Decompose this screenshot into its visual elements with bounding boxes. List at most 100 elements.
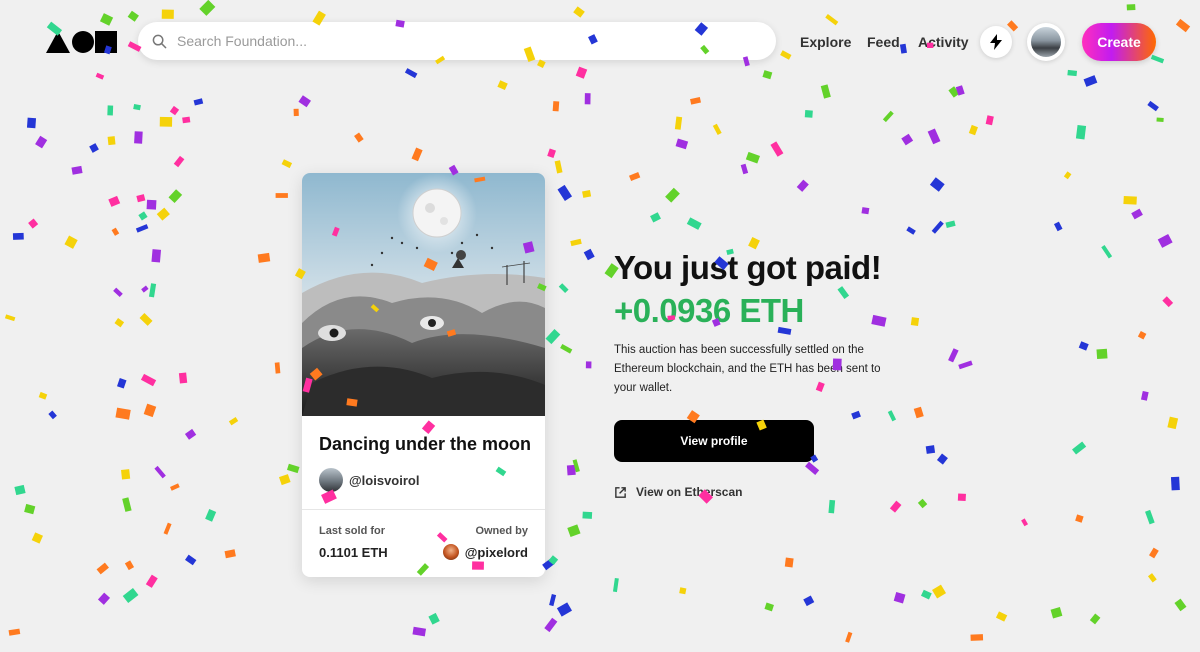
etherscan-label: View on Etherscan xyxy=(636,485,743,499)
payout-amount: +0.0936 ETH xyxy=(614,292,804,329)
confetti-piece xyxy=(851,410,861,420)
confetti-piece xyxy=(298,95,311,108)
confetti-piece xyxy=(929,177,945,192)
confetti-piece xyxy=(925,445,936,454)
confetti-piece xyxy=(544,617,558,633)
confetti-piece xyxy=(412,626,427,637)
confetti-piece xyxy=(557,184,573,201)
confetti-piece xyxy=(139,312,153,326)
external-link-icon xyxy=(615,486,626,498)
nav-explore[interactable]: Explore xyxy=(800,34,851,50)
settlement-description: This auction has been successfully settl… xyxy=(614,344,881,394)
confetti-piece xyxy=(796,179,809,192)
confetti-piece xyxy=(184,428,197,440)
nav-feed[interactable]: Feed xyxy=(867,34,900,50)
confetti-piece xyxy=(96,562,109,575)
notifications-button[interactable] xyxy=(980,26,1012,58)
confetti-piece xyxy=(97,592,111,605)
confetti-piece xyxy=(185,554,197,566)
card-divider xyxy=(302,509,545,510)
confetti-piece xyxy=(138,211,148,221)
confetti-piece xyxy=(764,602,774,612)
confetti-piece xyxy=(1063,171,1072,180)
search-icon xyxy=(152,34,167,48)
confetti-piece xyxy=(148,283,157,298)
search-input[interactable] xyxy=(175,32,739,50)
confetti-piece xyxy=(1162,296,1174,308)
profile-avatar-button[interactable] xyxy=(1027,23,1065,61)
confetti-piece xyxy=(257,252,271,263)
confetti-piece xyxy=(629,172,641,182)
confetti-piece xyxy=(1050,607,1063,619)
confetti-piece xyxy=(114,318,125,328)
confetti-piece xyxy=(1145,509,1155,525)
confetti-piece xyxy=(1147,100,1159,112)
confetti-piece xyxy=(64,235,78,249)
confetti-piece xyxy=(948,348,959,363)
foundation-logo[interactable] xyxy=(46,31,118,53)
last-sold-label: Last sold for xyxy=(319,525,386,537)
confetti-piece xyxy=(287,463,300,474)
artwork-title: Dancing under the moon xyxy=(319,434,532,454)
confetti-piece xyxy=(887,410,897,422)
confetti-piece xyxy=(170,483,180,491)
etherscan-link[interactable]: View on Etherscan xyxy=(614,485,742,499)
confetti-piece xyxy=(1078,341,1089,351)
confetti-piece xyxy=(927,128,941,145)
confetti-piece xyxy=(558,283,569,294)
confetti-piece xyxy=(124,560,135,571)
confetti-piece xyxy=(4,314,16,322)
confetti-piece xyxy=(12,232,24,240)
confetti-piece xyxy=(163,522,172,535)
view-profile-button[interactable]: View profile xyxy=(614,420,814,462)
confetti-piece xyxy=(275,193,288,198)
confetti-piece xyxy=(901,133,914,146)
confetti-piece xyxy=(770,141,784,157)
confetti-piece xyxy=(871,314,887,327)
confetti-piece xyxy=(549,594,557,607)
confetti-piece xyxy=(554,160,563,174)
creator-username: @loisvoirol xyxy=(349,472,420,488)
confetti-piece xyxy=(154,465,166,479)
confetti-piece xyxy=(146,199,157,210)
confetti-piece xyxy=(71,165,83,175)
confetti-piece xyxy=(108,195,121,207)
create-button[interactable]: Create xyxy=(1082,23,1156,61)
confetti-piece xyxy=(674,116,683,130)
search-bar[interactable] xyxy=(138,22,776,60)
owner-link[interactable]: @pixelord xyxy=(442,544,528,560)
confetti-piece xyxy=(8,628,21,636)
confetti-piece xyxy=(650,212,661,223)
confetti-piece xyxy=(882,110,894,123)
confetti-piece xyxy=(1123,195,1137,205)
nav-activity[interactable]: Activity xyxy=(918,34,969,50)
confetti-piece xyxy=(1174,598,1187,612)
confetti-piece xyxy=(1157,233,1173,248)
confetti-piece xyxy=(566,464,576,476)
confetti-piece xyxy=(134,131,143,144)
confetti-piece xyxy=(1140,390,1149,401)
last-sold-value: 0.1101 ETH xyxy=(319,545,388,560)
confetti-piece xyxy=(957,493,966,501)
confetti-piece xyxy=(140,373,157,387)
avatar xyxy=(1031,27,1061,57)
confetti-piece xyxy=(955,85,965,96)
creator-link[interactable]: @loisvoirol xyxy=(319,468,419,492)
confetti-overlay xyxy=(4,0,1191,643)
confetti-piece xyxy=(141,285,149,293)
nft-card[interactable]: Dancing under the moon @loisvoirol Last … xyxy=(302,173,545,577)
confetti-piece xyxy=(228,417,239,426)
confetti-piece xyxy=(612,577,619,593)
confetti-piece xyxy=(804,110,813,118)
confetti-piece xyxy=(1021,518,1029,527)
confetti-piece xyxy=(107,136,116,146)
confetti-piece xyxy=(1167,416,1179,430)
confetti-piece xyxy=(26,117,37,129)
confetti-piece xyxy=(1101,245,1113,259)
creator-avatar xyxy=(319,468,343,492)
confetti-piece xyxy=(1131,208,1143,220)
confetti-piece xyxy=(115,407,131,420)
confetti-piece xyxy=(740,163,749,175)
confetti-piece xyxy=(995,611,1008,622)
confetti-piece xyxy=(428,612,440,625)
